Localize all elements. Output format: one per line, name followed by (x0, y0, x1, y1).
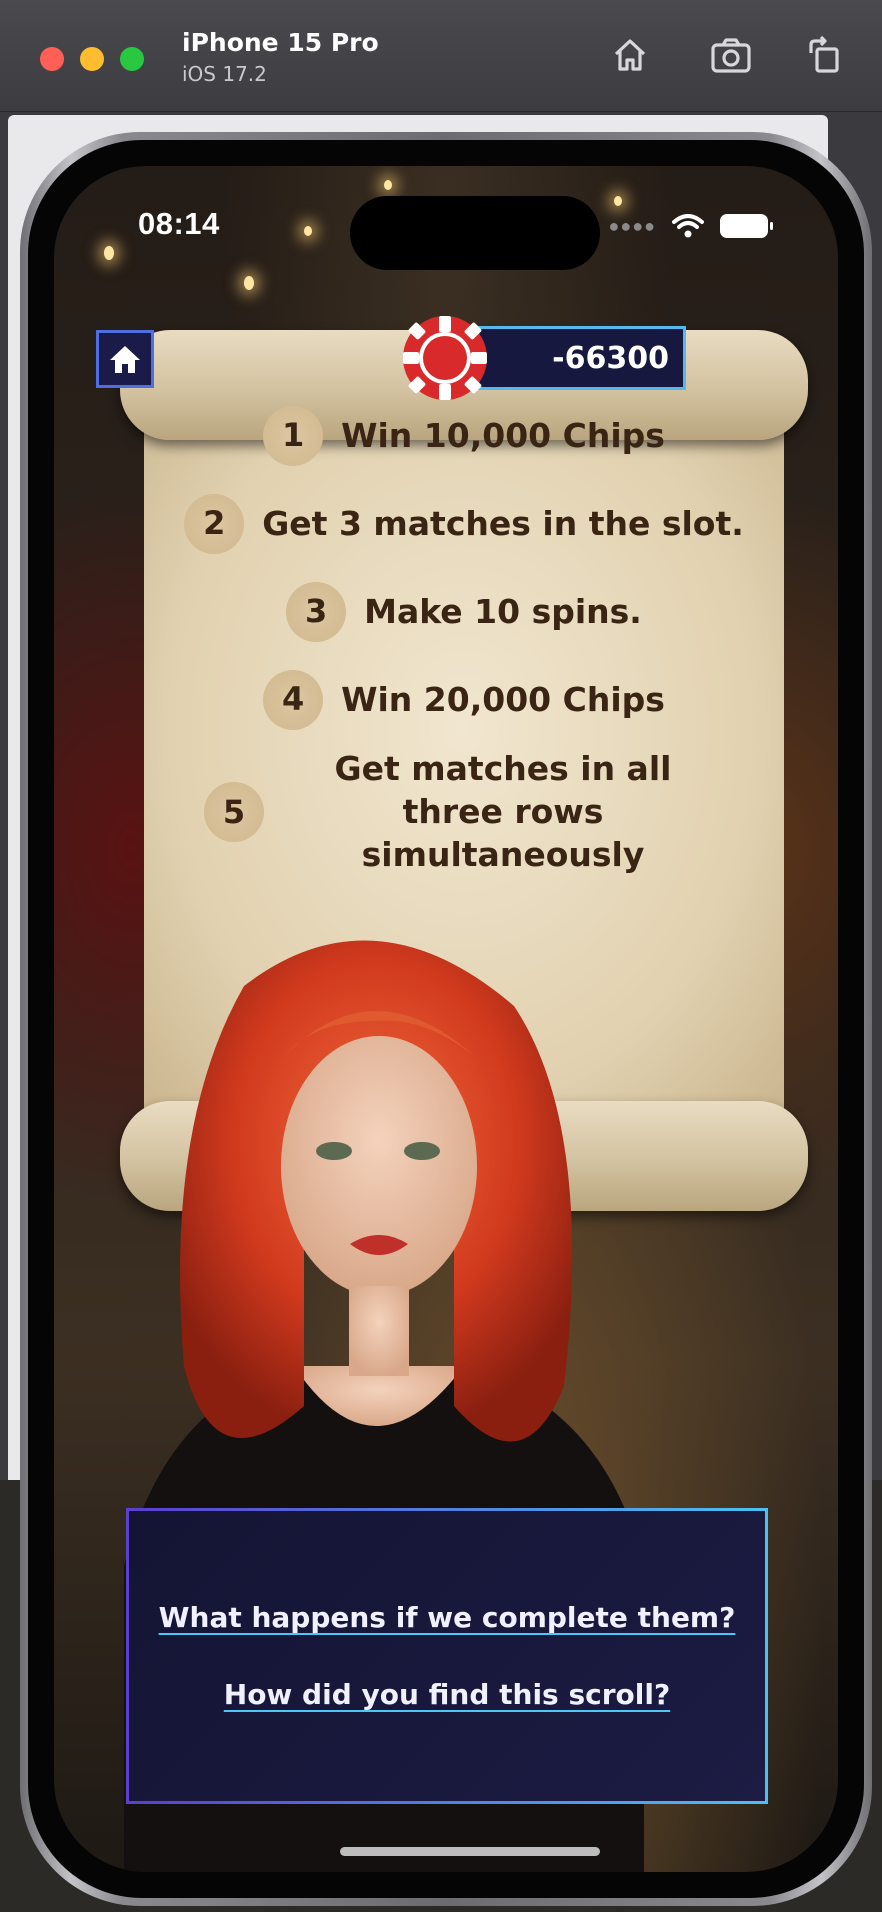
battery-icon (720, 214, 773, 238)
ambient-light (244, 276, 254, 290)
simulator-os-version: iOS 17.2 (182, 62, 267, 86)
home-button[interactable] (96, 330, 154, 388)
quest-text: Get 3 matches in the slot. (262, 503, 744, 543)
quest-text: Get matches in all three rows simultaneo… (334, 749, 672, 874)
quest-item-5: 5 Get matches in all three rows simultan… (144, 748, 784, 877)
minimize-window-button[interactable] (80, 47, 104, 71)
screenshot-button[interactable] (706, 30, 756, 80)
rotate-icon (809, 35, 839, 73)
quest-text: Win 10,000 Chips (341, 415, 665, 455)
ambient-light (104, 246, 114, 260)
dialog-panel: What happens if we complete them? How di… (126, 1508, 768, 1804)
status-icons: ●●●● (608, 214, 773, 238)
quest-text: Win 20,000 Chips (341, 679, 665, 719)
house-icon (614, 39, 646, 71)
camera-icon (711, 38, 751, 73)
simulator-title-bar: iPhone 15 Pro iOS 17.2 (0, 0, 882, 112)
house-icon (110, 346, 140, 373)
status-time: 08:14 (138, 206, 220, 241)
quest-number-badge: 1 (263, 406, 324, 466)
dialog-option-complete[interactable]: What happens if we complete them? (159, 1601, 736, 1634)
ambient-light (384, 180, 392, 190)
game-screen: 08:14 ●●●● -66300 1 Win 10,000 Chips 2 G… (54, 166, 838, 1872)
quest-item-4: 4 Win 20,000 Chips (144, 670, 784, 730)
close-window-button[interactable] (40, 47, 64, 71)
quest-item-2: 2 Get 3 matches in the slot. (144, 494, 784, 554)
quest-number-badge: 3 (286, 582, 347, 642)
home-indicator[interactable] (340, 1847, 600, 1856)
chip-balance: -66300 (552, 340, 669, 376)
quest-number-badge: 5 (204, 782, 264, 843)
rotate-button[interactable] (800, 30, 850, 80)
simulator-device-name: iPhone 15 Pro (182, 28, 379, 57)
wifi-icon (672, 214, 704, 238)
dynamic-island (350, 196, 600, 270)
ambient-light (304, 226, 312, 236)
quest-item-1: 1 Win 10,000 Chips (144, 406, 784, 466)
quest-number-badge: 2 (184, 494, 245, 554)
quest-text: Make 10 spins. (364, 591, 642, 631)
signal-dots-icon: ●●●● (608, 215, 656, 236)
quest-number-badge: 4 (263, 670, 324, 730)
ambient-light (614, 196, 622, 206)
zoom-window-button[interactable] (120, 47, 144, 71)
quest-item-3: 3 Make 10 spins. (144, 582, 784, 642)
home-button[interactable] (605, 30, 655, 80)
dialog-option-scroll[interactable]: How did you find this scroll? (224, 1678, 670, 1711)
phone-bezel: 08:14 ●●●● -66300 1 Win 10,000 Chips 2 G… (28, 140, 864, 1898)
poker-chip-icon (403, 316, 487, 400)
phone-frame: 08:14 ●●●● -66300 1 Win 10,000 Chips 2 G… (20, 132, 872, 1906)
